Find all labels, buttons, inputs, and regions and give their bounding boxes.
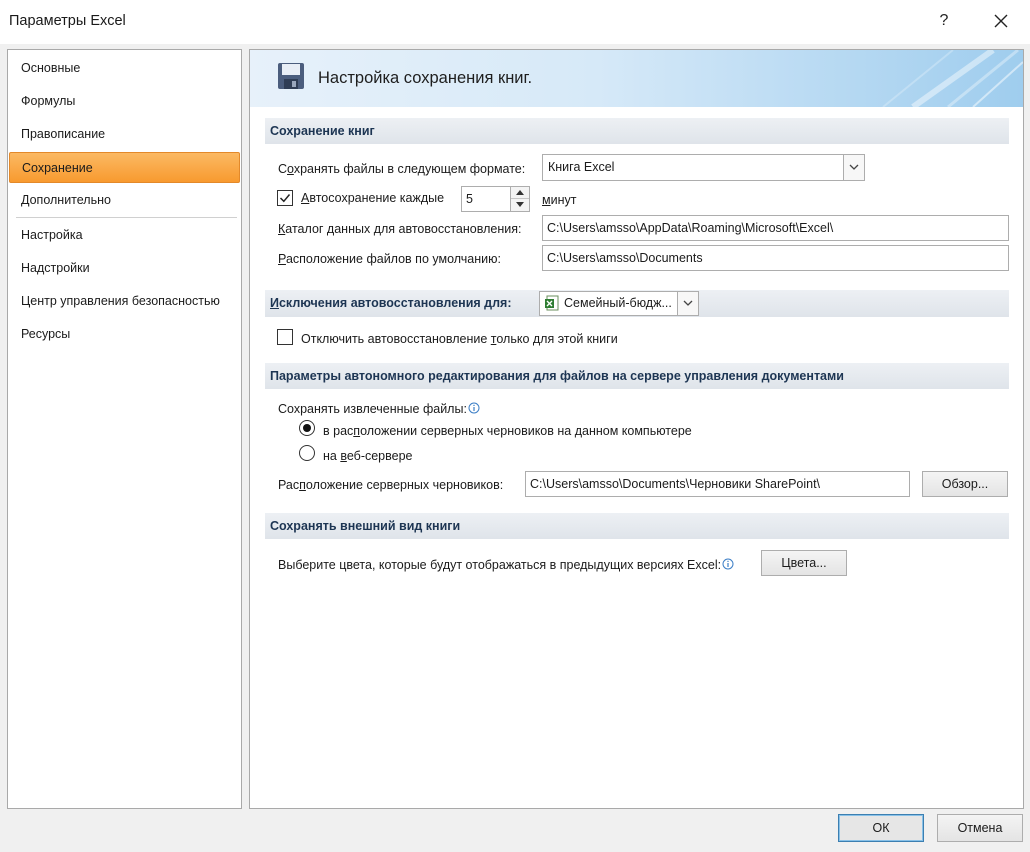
checkmark-icon bbox=[279, 194, 291, 203]
main-panel: Настройка сохранения книг. Сохранение кн… bbox=[249, 49, 1024, 809]
banner-decoration bbox=[882, 50, 1023, 107]
autosave-minutes-spinner[interactable]: 5 bbox=[461, 186, 530, 212]
save-format-dropdown-button[interactable] bbox=[843, 155, 864, 180]
radio-selected-dot bbox=[303, 424, 311, 432]
browse-button[interactable]: Обзор... bbox=[922, 471, 1008, 497]
sidebar-item-resources[interactable]: Ресурсы bbox=[9, 319, 240, 350]
exceptions-workbook-select[interactable]: Семейный-бюдж... bbox=[539, 291, 699, 316]
save-format-label: Сохранять файлы в следующем формате: bbox=[278, 162, 526, 176]
radio-server-drafts-local[interactable] bbox=[299, 420, 315, 436]
chevron-down-icon bbox=[683, 300, 693, 306]
close-button[interactable] bbox=[987, 9, 1015, 35]
sidebar-item-general[interactable]: Основные bbox=[9, 53, 240, 84]
exceptions-workbook-value: Семейный-бюдж... bbox=[564, 296, 672, 310]
chevron-down-icon bbox=[849, 164, 859, 170]
page-banner: Настройка сохранения книг. bbox=[250, 50, 1023, 107]
save-disk-icon bbox=[277, 62, 305, 93]
sidebar-item-formulas[interactable]: Формулы bbox=[9, 86, 240, 117]
save-checked-out-label: Сохранять извлеченные файлы: bbox=[278, 402, 480, 417]
default-location-label: Расположение файлов по умолчанию: bbox=[278, 252, 501, 266]
radio-web-server-label: на веб-сервере bbox=[323, 449, 413, 463]
colors-button[interactable]: Цвета... bbox=[761, 550, 847, 576]
default-location-input[interactable]: C:\Users\amsso\Documents bbox=[542, 245, 1009, 271]
disable-autorecover-label: Отключить автовосстановление только для … bbox=[301, 332, 618, 346]
minutes-label: минут bbox=[542, 193, 577, 207]
excel-workbook-icon bbox=[544, 295, 560, 319]
spinner-buttons bbox=[510, 187, 529, 211]
autorecover-location-label: Каталог данных для автовосстановления: bbox=[278, 222, 522, 236]
cancel-button[interactable]: Отмена bbox=[937, 814, 1023, 842]
autosave-label: Автосохранение каждые bbox=[301, 191, 445, 205]
autosave-minutes-value: 5 bbox=[466, 192, 473, 206]
sidebar-divider bbox=[16, 217, 237, 218]
server-drafts-location-input[interactable]: C:\Users\amsso\Documents\Черновики Share… bbox=[525, 471, 910, 497]
title-bar: Параметры Excel ? bbox=[0, 0, 1030, 44]
sidebar-item-addins[interactable]: Надстройки bbox=[9, 253, 240, 284]
ok-button[interactable]: ОК bbox=[838, 814, 924, 842]
section-offline-editing: Параметры автономного редактирования для… bbox=[265, 363, 1009, 389]
help-button[interactable]: ? bbox=[934, 9, 954, 33]
info-icon bbox=[722, 558, 734, 573]
exceptions-dropdown-button[interactable] bbox=[677, 292, 698, 315]
radio-server-drafts-local-label: в расположении серверных черновиков на д… bbox=[323, 424, 692, 438]
save-format-select[interactable]: Книга Excel bbox=[542, 154, 865, 181]
sidebar-item-advanced[interactable]: Дополнительно bbox=[9, 185, 240, 216]
sidebar: Основные Формулы Правописание Сохранение… bbox=[7, 49, 242, 809]
section-save-workbooks: Сохранение книг bbox=[265, 118, 1009, 144]
exceptions-title: Исключения автовосстановления для: bbox=[270, 296, 512, 310]
info-icon bbox=[468, 402, 480, 417]
radio-web-server[interactable] bbox=[299, 445, 315, 461]
autosave-checkbox[interactable] bbox=[277, 190, 293, 206]
page-title: Настройка сохранения книг. bbox=[318, 69, 533, 87]
sidebar-item-trust-center[interactable]: Центр управления безопасностью bbox=[9, 286, 240, 317]
autorecover-location-input[interactable]: C:\Users\amsso\AppData\Roaming\Microsoft… bbox=[542, 215, 1009, 241]
sidebar-item-proofing[interactable]: Правописание bbox=[9, 119, 240, 150]
server-drafts-location-label: Расположение серверных черновиков: bbox=[278, 478, 504, 492]
window-title: Параметры Excel bbox=[9, 13, 126, 29]
disable-autorecover-checkbox[interactable] bbox=[277, 329, 293, 345]
spinner-up-button[interactable] bbox=[511, 187, 529, 199]
section-preserve-appearance: Сохранять внешний вид книги bbox=[265, 513, 1009, 539]
triangle-up-icon bbox=[516, 190, 524, 195]
sidebar-item-customize[interactable]: Настройка bbox=[9, 220, 240, 251]
sidebar-item-save[interactable]: Сохранение bbox=[9, 152, 240, 183]
triangle-down-icon bbox=[516, 202, 524, 207]
close-icon bbox=[994, 14, 1008, 28]
spinner-down-button[interactable] bbox=[511, 199, 529, 211]
save-format-value: Книга Excel bbox=[548, 160, 615, 174]
colors-label: Выберите цвета, которые будут отображать… bbox=[278, 558, 734, 573]
